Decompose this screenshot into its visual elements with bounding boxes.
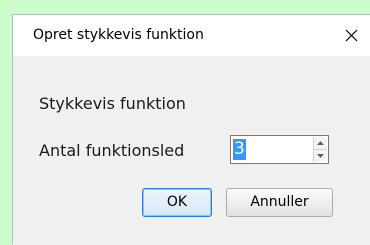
close-icon xyxy=(345,29,358,42)
dialog-heading: Stykkevis funktion xyxy=(39,94,186,113)
dialog-title: Opret stykkevis funktion xyxy=(33,27,204,43)
spin-up-arrow-icon xyxy=(317,141,324,145)
ok-button[interactable]: OK xyxy=(142,188,212,217)
spin-down-arrow-icon xyxy=(317,154,324,158)
cancel-button[interactable]: Annuller xyxy=(226,188,333,217)
close-button[interactable] xyxy=(336,21,366,49)
dialog-window: Opret stykkevis funktion Stykkevis funkt… xyxy=(12,14,370,245)
spin-up-button[interactable] xyxy=(314,137,327,150)
function-count-value[interactable]: 3 xyxy=(233,139,246,160)
dialog-content: Stykkevis funktion Antal funktionsled 3 … xyxy=(13,56,370,245)
function-count-spinner[interactable]: 3 xyxy=(230,135,329,164)
dialog-titlebar[interactable]: Opret stykkevis funktion xyxy=(13,15,370,56)
spin-down-button[interactable] xyxy=(314,150,327,162)
function-count-label: Antal funktionsled xyxy=(39,141,185,160)
spinner-buttons xyxy=(313,137,327,162)
